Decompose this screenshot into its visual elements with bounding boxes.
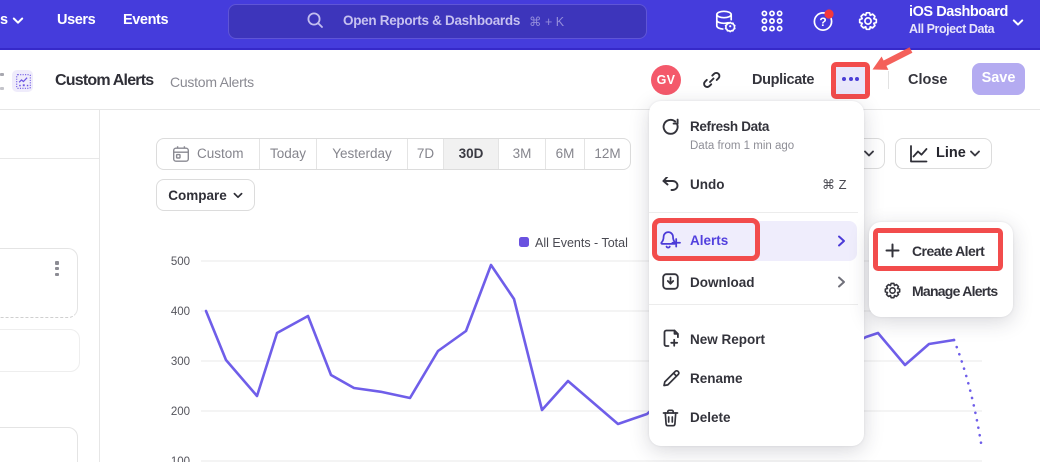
svg-text:500: 500 (171, 256, 190, 268)
svg-text:200: 200 (171, 406, 190, 418)
svg-text:100: 100 (171, 456, 190, 462)
svg-text:?: ? (819, 15, 826, 29)
svg-text:300: 300 (171, 356, 190, 368)
svg-text:400: 400 (171, 306, 190, 318)
